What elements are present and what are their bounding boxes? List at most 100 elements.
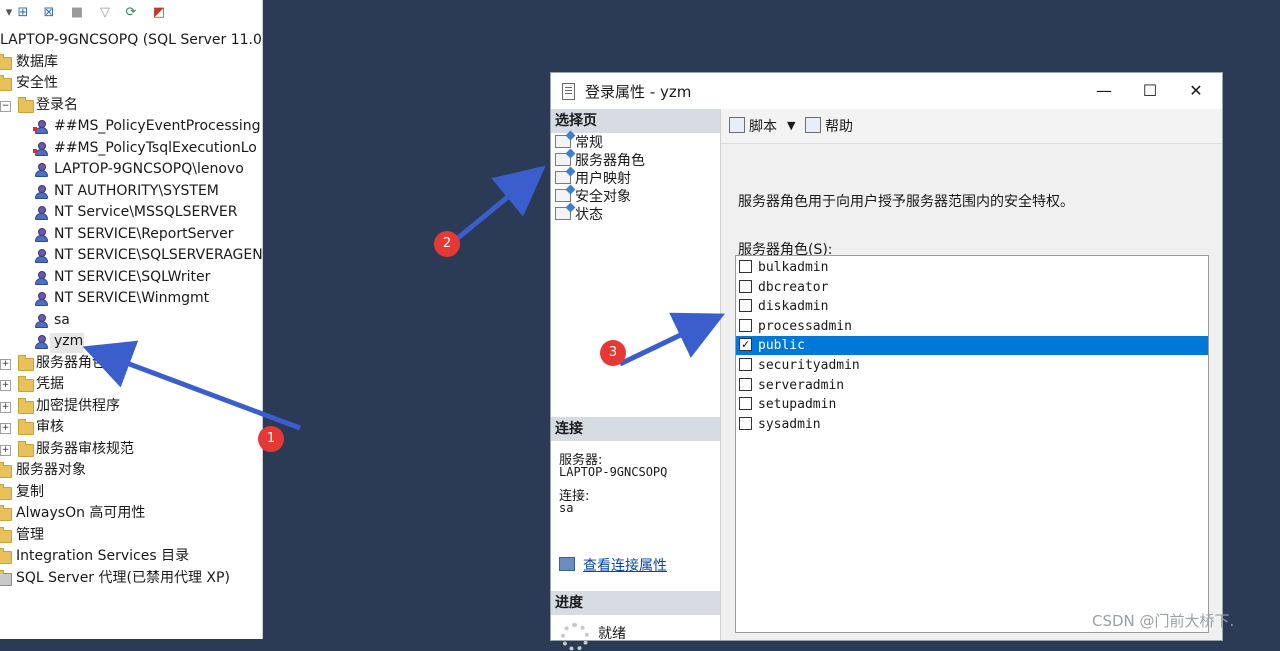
- folder-icon: [0, 53, 12, 70]
- login-user-icon: [34, 313, 48, 328]
- role-row-bulkadmin[interactable]: bulkadmin: [736, 258, 1208, 277]
- script-dropdown-icon[interactable]: ▼: [787, 117, 795, 135]
- login-user-icon: [33, 119, 48, 134]
- tree-node-label: NT SERVICE\Winmgmt: [54, 290, 210, 306]
- server-roles-page: 脚本 ▼ 帮助 服务器角色用于向用户授予服务器范围内的安全特权。 服务器角色(S…: [721, 109, 1222, 640]
- tree-node-label: 安全性: [16, 75, 58, 91]
- role-checkbox[interactable]: ✓: [739, 338, 752, 352]
- page-server-roles-label: 服务器角色: [575, 153, 645, 169]
- select-page-pane: 选择页 常规 服务器角色 用户映射 安全对象 状态 连接 服务器: LAPTOP…: [551, 109, 721, 651]
- tree-node-label: sa: [54, 311, 70, 328]
- server-value: LAPTOP-9GNCSOPQ: [559, 465, 668, 479]
- view-connection-properties-link[interactable]: 查看连接属性: [559, 555, 667, 575]
- connect-icon[interactable]: ⊞: [14, 4, 32, 21]
- tree-node-label: NT SERVICE\ReportServer: [54, 225, 234, 242]
- close-button[interactable]: ✕: [1173, 73, 1219, 109]
- role-row-processadmin[interactable]: processadmin: [736, 317, 1208, 336]
- login-properties-dialog: 登录属性 - yzm — ☐ ✕ 选择页 常规 服务器角色 用户映射 安全对象 …: [550, 72, 1223, 651]
- tree-node-label: AlwaysOn 高可用性: [16, 505, 146, 521]
- tree-node-label: NT Service\MSSQLSERVER: [54, 204, 238, 220]
- tree-node-label: 数据库: [16, 53, 58, 70]
- role-name: processadmin: [758, 318, 852, 334]
- role-checkbox[interactable]: [739, 358, 752, 371]
- maximize-button[interactable]: ☐: [1127, 73, 1173, 109]
- progress-spinner-icon: [561, 623, 589, 651]
- page-securables-label: 安全对象: [575, 189, 631, 205]
- role-checkbox[interactable]: [739, 299, 752, 313]
- role-row-serveradmin[interactable]: serveradmin: [736, 376, 1208, 395]
- annotation-badge-1: 1: [258, 426, 284, 452]
- tree-node-label: 管理: [16, 526, 44, 543]
- expand-icon[interactable]: +: [0, 401, 11, 413]
- tree-node-label: SQL Server 代理(已禁用代理 XP): [16, 569, 230, 586]
- server-roles-list[interactable]: bulkadmin dbcreator diskadmin processadmin ✓…: [735, 255, 1209, 633]
- role-row-sysadmin[interactable]: sysadmin: [736, 415, 1208, 434]
- role-row-public[interactable]: ✓ public: [736, 336, 1208, 356]
- folder-icon: [18, 397, 34, 414]
- minimize-button[interactable]: —: [1081, 73, 1127, 109]
- role-name: public: [758, 338, 805, 354]
- page-securables[interactable]: 安全对象: [555, 188, 631, 206]
- view-connection-properties-label: 查看连接属性: [583, 558, 667, 574]
- page-status[interactable]: 状态: [555, 206, 603, 224]
- role-name: setupadmin: [758, 397, 837, 413]
- folder-icon: [18, 96, 34, 113]
- page-general-label: 常规: [575, 135, 603, 151]
- role-row-securityadmin[interactable]: securityadmin: [736, 356, 1208, 375]
- page-icon: [555, 153, 571, 166]
- folder-icon: [18, 376, 34, 392]
- expand-icon[interactable]: +: [0, 423, 11, 434]
- login-user-icon: [34, 184, 48, 199]
- dialog-title: 登录属性 - yzm: [585, 83, 692, 101]
- collapse-icon[interactable]: −: [0, 100, 11, 112]
- tree-node-label: ##MS_PolicyTsqlExecutionLo: [54, 139, 257, 156]
- dialog-toolbar: 脚本 ▼ 帮助: [721, 109, 1222, 144]
- tree-node-label: 凭据: [36, 376, 64, 392]
- tree-node-label: 复制: [16, 483, 44, 500]
- role-row-setupadmin[interactable]: setupadmin: [736, 395, 1208, 414]
- role-name: serveradmin: [758, 377, 845, 393]
- folder-icon: [0, 483, 12, 500]
- help-button[interactable]: 帮助: [805, 117, 853, 136]
- folder-icon: [18, 419, 34, 435]
- page-user-mapping-label: 用户映射: [575, 171, 631, 187]
- login-user-icon: [34, 334, 48, 349]
- role-checkbox[interactable]: [739, 377, 752, 391]
- role-checkbox[interactable]: [739, 397, 752, 411]
- role-name: diskadmin: [758, 299, 829, 315]
- tree-node-label: 服务器审核规范: [36, 440, 134, 457]
- expand-icon[interactable]: +: [0, 358, 11, 370]
- page-user-mapping[interactable]: 用户映射: [555, 170, 631, 188]
- role-checkbox[interactable]: [739, 416, 752, 430]
- script-icon: [729, 117, 745, 133]
- role-checkbox[interactable]: [739, 260, 752, 273]
- script-button[interactable]: 脚本: [729, 117, 777, 136]
- page-icon: [555, 171, 571, 184]
- activity-monitor-icon[interactable]: ◩: [150, 4, 168, 21]
- annotation-arrow-2: [456, 165, 546, 240]
- page-general[interactable]: 常规: [555, 134, 603, 152]
- disconnect-icon[interactable]: ⊠: [40, 4, 58, 21]
- dialog-titlebar[interactable]: 登录属性 - yzm — ☐ ✕: [551, 73, 1222, 109]
- refresh-icon[interactable]: ⟳: [122, 4, 140, 21]
- stop-icon[interactable]: ■: [68, 4, 86, 21]
- annotation-badge-2: 2: [434, 231, 460, 257]
- watermark: CSDN @门前大桥下.: [1092, 612, 1235, 630]
- select-page-header: 选择页: [551, 109, 720, 133]
- progress-status: 就绪: [598, 626, 626, 642]
- tree-node-label: 审核: [36, 419, 64, 435]
- login-user-icon: [33, 141, 48, 156]
- tree-node-label: Integration Services 目录: [16, 548, 190, 564]
- tree-node-label: ##MS_PolicyEventProcessing: [54, 118, 261, 134]
- role-checkbox[interactable]: [739, 279, 752, 293]
- expand-icon[interactable]: +: [0, 444, 11, 456]
- expand-icon[interactable]: +: [0, 380, 11, 391]
- role-row-dbcreator[interactable]: dbcreator: [736, 278, 1208, 297]
- filter-icon[interactable]: ▽: [96, 4, 114, 21]
- folder-icon: [0, 462, 12, 478]
- role-checkbox[interactable]: [739, 318, 752, 332]
- page-status-label: 状态: [575, 207, 603, 223]
- tree-node-label: NT SERVICE\SQLWriter: [54, 268, 211, 285]
- role-row-diskadmin[interactable]: diskadmin: [736, 297, 1208, 316]
- dialog-properties-icon: [562, 83, 575, 100]
